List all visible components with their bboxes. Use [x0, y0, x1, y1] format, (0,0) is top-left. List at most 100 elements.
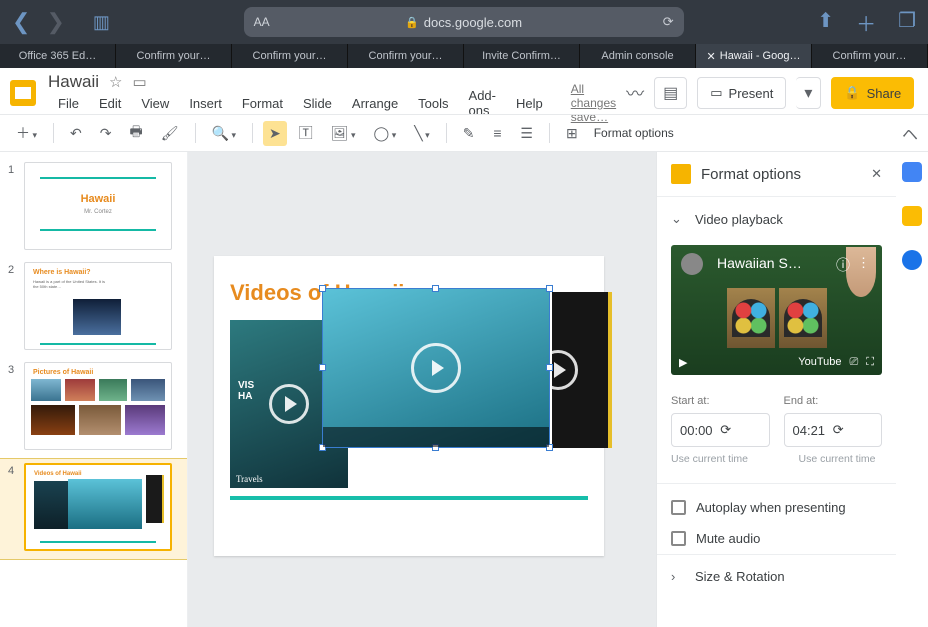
video-playback-section[interactable]: ⌄ Video playback [657, 197, 896, 241]
browser-tab[interactable]: Confirm your… [232, 44, 348, 68]
shape-icon[interactable]: ◯ [368, 121, 403, 146]
share-icon[interactable]: ⬆︎ [817, 8, 834, 37]
end-at-label: End at: [784, 395, 883, 407]
present-dropdown[interactable]: ▾ [796, 77, 821, 109]
browser-tabs: Office 365 Ed… Confirm your… Confirm you… [0, 44, 928, 68]
close-tab-icon[interactable]: ✕ [707, 50, 716, 63]
browser-tab[interactable]: Confirm your… [812, 44, 928, 68]
undo-icon[interactable]: ↶ [64, 121, 88, 146]
slide-accent-line [230, 496, 588, 500]
slide-thumbnail[interactable]: Where is Hawaii? Hawaii is a part of the… [24, 262, 172, 350]
crop-icon[interactable]: ✎ [457, 121, 481, 146]
slides-logo-icon[interactable] [10, 80, 36, 106]
video-selected[interactable] [322, 288, 550, 448]
chevron-right-icon: › [671, 569, 685, 584]
mute-checkbox-row[interactable]: Mute audio [657, 523, 896, 554]
print-icon[interactable]: 🖶 [124, 117, 149, 149]
format-options-button[interactable]: Format options [594, 126, 674, 140]
calendar-icon[interactable] [902, 162, 922, 182]
checkbox-icon[interactable] [671, 531, 686, 546]
collapse-menus-icon[interactable]: ヘ [902, 121, 918, 145]
tasks-icon[interactable] [902, 250, 922, 270]
new-slide-button[interactable]: ＋ [10, 119, 43, 147]
zoom-icon[interactable]: 🔍 [206, 121, 242, 146]
redo-icon[interactable]: ↷ [94, 121, 118, 146]
menu-arrange[interactable]: Arrange [342, 92, 408, 115]
lock-icon: 🔒 [405, 16, 419, 29]
select-tool-icon[interactable]: ➤ [263, 121, 287, 146]
doc-title[interactable]: Hawaii [48, 72, 99, 92]
browser-tab[interactable]: Admin console [580, 44, 696, 68]
text-size-icon[interactable]: AA [254, 15, 270, 29]
replace-image-icon[interactable]: ⊞ [560, 121, 584, 146]
slide-number: 1 [8, 162, 18, 250]
browser-tab[interactable]: Office 365 Ed… [0, 44, 116, 68]
menu-help[interactable]: Help [506, 92, 553, 115]
slide-canvas-area[interactable]: Videos of Hawaii Travels VISHA [188, 152, 656, 627]
paint-format-icon[interactable]: 🖌 [155, 121, 185, 146]
video-preview[interactable]: Hawaiian S… ⓘ ⋮ ▶ YouTube ⎚ ⛶ [671, 245, 882, 375]
checkbox-icon[interactable] [671, 500, 686, 515]
autoplay-checkbox-row[interactable]: Autoplay when presenting [657, 492, 896, 523]
comment-history-button[interactable]: ▤ [654, 77, 687, 109]
video-right[interactable] [552, 292, 612, 448]
play-icon [269, 384, 309, 424]
refresh-icon[interactable]: ⟳ [833, 422, 873, 438]
present-icon: ▭ [710, 85, 722, 101]
slide-thumbnail-panel: 1 Hawaii Mr. Cortez 2 Where is Hawaii? H… [0, 152, 188, 627]
use-current-end[interactable]: Use current time [799, 453, 883, 465]
back-nav-icon[interactable]: ❮ [12, 9, 30, 35]
slide-thumbnail[interactable]: Hawaii Mr. Cortez [24, 162, 172, 250]
slide-number: 3 [8, 362, 18, 450]
slide-number: 2 [8, 262, 18, 350]
format-options-icon [671, 164, 691, 184]
star-icon[interactable]: ☆ [109, 73, 122, 91]
menu-insert[interactable]: Insert [179, 92, 232, 115]
menu-file[interactable]: File [48, 92, 89, 115]
youtube-label[interactable]: YouTube [798, 356, 841, 368]
fullscreen-icon[interactable]: ⛶ [866, 356, 874, 369]
mask-icon[interactable]: ≡ [486, 121, 508, 145]
textbox-icon[interactable]: 🅃 [293, 119, 319, 147]
start-at-label: Start at: [671, 395, 770, 407]
close-panel-icon[interactable]: ✕ [871, 166, 882, 182]
line-icon[interactable]: ╲ [408, 121, 435, 146]
slide-number: 4 [8, 463, 18, 551]
bookmarks-icon[interactable]: ▥ [93, 12, 110, 33]
activity-icon[interactable]: 〰︎ [626, 80, 644, 106]
menu-edit[interactable]: Edit [89, 92, 131, 115]
keep-icon[interactable] [902, 206, 922, 226]
reload-icon[interactable]: ⟳ [663, 14, 674, 30]
browser-tab[interactable]: Invite Confirm… [464, 44, 580, 68]
reset-icon[interactable]: ☰ [514, 121, 539, 146]
use-current-start[interactable]: Use current time [671, 453, 755, 465]
browser-tab-active[interactable]: ✕Hawaii - Goog… [696, 44, 812, 68]
share-lock-icon: 🔒 [844, 85, 860, 101]
image-icon[interactable]: 🖼 [325, 121, 362, 146]
menu-format[interactable]: Format [232, 92, 293, 115]
menu-slide[interactable]: Slide [293, 92, 342, 115]
cast-icon[interactable]: ⎚ [849, 356, 858, 369]
browser-tab[interactable]: Confirm your… [116, 44, 232, 68]
address-bar[interactable]: AA 🔒 docs.google.com ⟳ [244, 7, 684, 37]
play-icon [411, 343, 461, 393]
slide-thumbnail[interactable]: Pictures of Hawaii [24, 362, 172, 450]
new-tab-icon[interactable]: ＋ [856, 8, 876, 37]
start-at-input[interactable]: 00:00 ⟳ [671, 413, 770, 447]
menu-view[interactable]: View [131, 92, 179, 115]
slide-canvas[interactable]: Videos of Hawaii Travels VISHA [214, 256, 604, 556]
present-button[interactable]: ▭ Present [697, 77, 786, 109]
tabs-icon[interactable]: ❐ [898, 8, 916, 37]
forward-nav-icon[interactable]: ❯ [46, 9, 64, 35]
menu-tools[interactable]: Tools [408, 92, 458, 115]
share-button[interactable]: 🔒 Share [831, 77, 914, 109]
slide-thumbnail-current[interactable]: Videos of Hawaii [24, 463, 172, 551]
format-options-title: Format options [701, 166, 861, 183]
browser-tab[interactable]: Confirm your… [348, 44, 464, 68]
move-folder-icon[interactable]: ▭ [132, 73, 146, 91]
end-at-input[interactable]: 04:21 ⟳ [784, 413, 883, 447]
refresh-icon[interactable]: ⟳ [720, 422, 760, 438]
size-rotation-section[interactable]: › Size & Rotation [657, 555, 896, 598]
side-icon-rail [896, 152, 928, 627]
play-icon[interactable]: ▶ [679, 356, 687, 369]
